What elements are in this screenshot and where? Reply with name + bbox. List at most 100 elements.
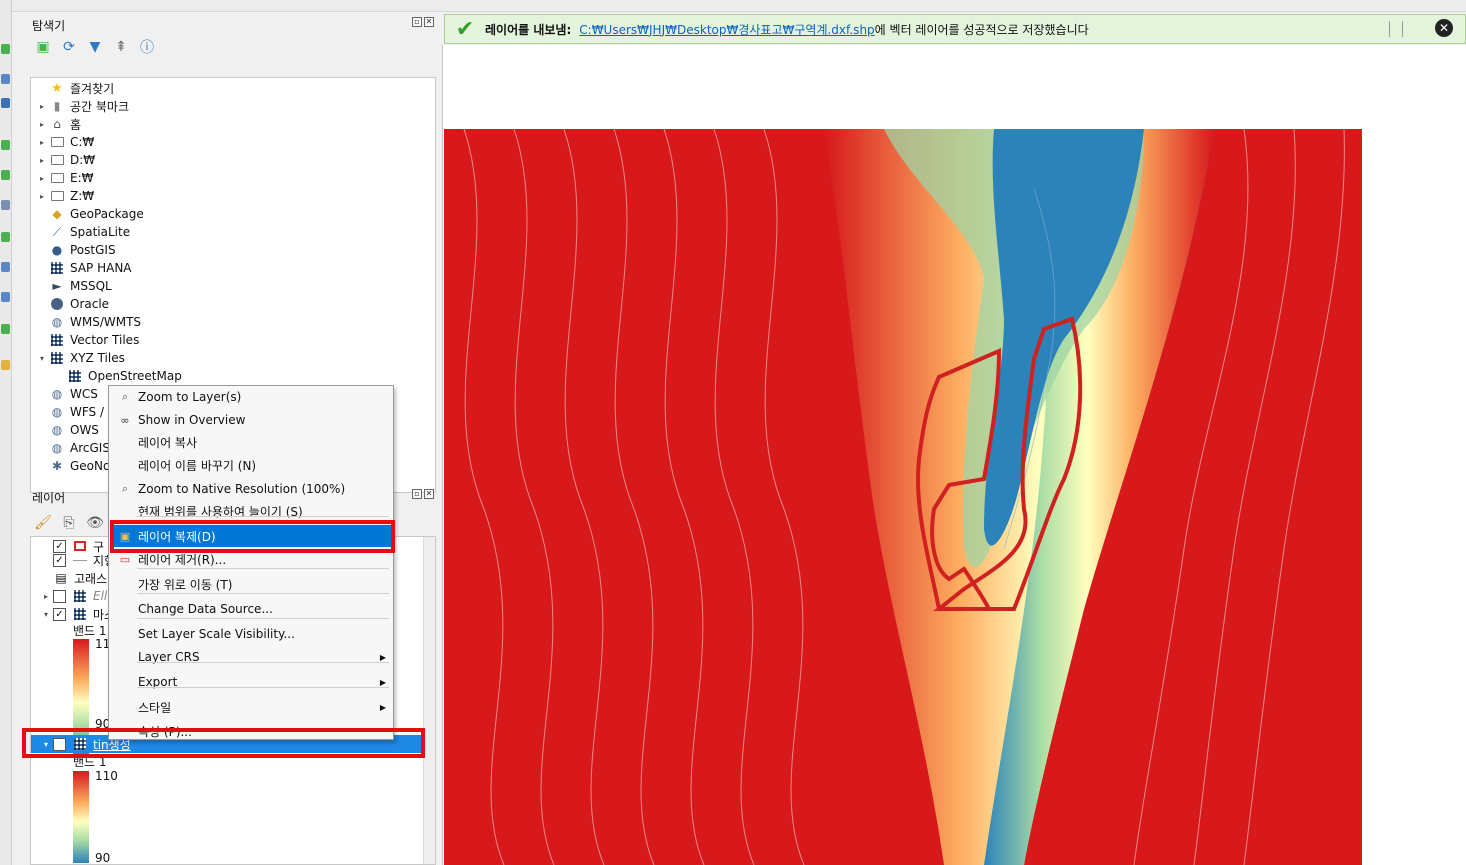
menu-item[interactable]: 레이어 이름 바꾸기 (N): [110, 454, 392, 476]
message-path-link[interactable]: C:₩Users₩JHJ₩Desktop₩경사표고₩구역계.dxf.shp: [579, 23, 874, 37]
geopackage-icon: ◆: [52, 207, 62, 221]
add-selected-icon[interactable]: ▣: [34, 38, 52, 56]
add-layer-icon[interactable]: [1, 140, 10, 150]
message-minimize-icon[interactable]: [1389, 21, 1403, 37]
browser-item[interactable]: ⟋ SpatiaLite: [35, 223, 130, 241]
add-layer-icon[interactable]: [1, 262, 10, 272]
menu-separator: [137, 568, 389, 569]
float-icon[interactable]: ▫: [412, 17, 422, 27]
expand-arrow-icon[interactable]: ▸: [35, 174, 49, 183]
browser-item[interactable]: ▾ XYZ Tiles: [35, 349, 125, 367]
add-layer-icon[interactable]: [1, 324, 10, 334]
refresh-icon[interactable]: ⟳: [60, 38, 78, 56]
browser-item[interactable]: ● PostGIS: [35, 241, 116, 259]
browser-item[interactable]: Vector Tiles: [35, 331, 139, 349]
layer-row[interactable]: ✓ 지형: [39, 551, 115, 569]
grid-icon: [49, 261, 65, 275]
browser-item-label: WMS/WMTS: [70, 315, 142, 329]
add-layer-icon[interactable]: [1, 170, 10, 180]
menu-item[interactable]: Change Data Source...: [110, 598, 392, 620]
menu-item[interactable]: 스타일 ▶: [110, 696, 392, 718]
menu-item[interactable]: 가장 위로 이동 (T): [110, 573, 392, 595]
browser-item[interactable]: ◆ GeoPackage: [35, 205, 143, 223]
folder-icon: [49, 153, 65, 167]
message-title: 레이어를 내보냄:: [485, 22, 572, 37]
expand-arrow-icon[interactable]: ▸: [35, 102, 49, 111]
add-layer-icon[interactable]: [1, 292, 10, 302]
menu-separator: [137, 593, 389, 594]
browser-item-label: C:₩: [70, 135, 95, 149]
menu-item[interactable]: Set Layer Scale Visibility...: [110, 623, 392, 645]
expand-arrow-icon[interactable]: ▸: [35, 156, 49, 165]
menu-item[interactable]: ⌕ Zoom to Native Resolution (100%): [110, 478, 392, 500]
expand-arrow-icon[interactable]: ▸: [35, 120, 49, 129]
browser-item[interactable]: ▸ ⌂ 홈: [35, 115, 81, 133]
elephant-icon: ●: [51, 243, 63, 257]
layers-panel-title: 레이어: [32, 491, 66, 505]
raster-layer-icon: [72, 589, 88, 603]
close-icon[interactable]: ✕: [424, 17, 434, 27]
browser-item-label: OWS: [70, 423, 99, 437]
zoom-native-icon: ⌕: [121, 482, 129, 495]
menu-item-label: Zoom to Native Resolution (100%): [138, 482, 346, 496]
close-icon[interactable]: ✕: [1435, 19, 1453, 37]
filter-icon[interactable]: ▼: [86, 38, 104, 56]
globe-icon: ◍: [51, 441, 63, 455]
browser-item-label: Vector Tiles: [70, 333, 140, 347]
info-icon[interactable]: ⓘ: [138, 38, 156, 56]
browser-item-label: PostGIS: [70, 243, 116, 257]
map-canvas[interactable]: [442, 45, 1466, 865]
browser-item[interactable]: ▸ D:₩: [35, 151, 95, 169]
browser-item[interactable]: ◍ WMS/WMTS: [35, 313, 141, 331]
layers-scrollbar[interactable]: [423, 537, 435, 864]
browser-item[interactable]: ▸ C:₩: [35, 133, 94, 151]
layer-checkbox[interactable]: ✓: [53, 607, 66, 621]
add-group-icon[interactable]: ⎘: [60, 514, 78, 532]
browser-item[interactable]: ◍ WFS / O: [35, 403, 118, 421]
browser-item[interactable]: Oracle: [35, 295, 109, 313]
browser-item[interactable]: ▸ E:₩: [35, 169, 94, 187]
add-layer-icon[interactable]: [1, 74, 10, 84]
close-icon[interactable]: ✕: [424, 489, 434, 499]
layer-checkbox[interactable]: [53, 589, 66, 603]
menu-item[interactable]: 레이어 복사: [110, 431, 392, 453]
browser-item[interactable]: ★ 즐겨찾기: [35, 79, 114, 97]
layer-row[interactable]: ▸ Ell: [39, 587, 107, 605]
collapse-all-icon[interactable]: ⇞: [112, 38, 130, 56]
browser-item[interactable]: ► MSSQL: [35, 277, 111, 295]
add-layer-icon[interactable]: [1, 44, 10, 54]
menu-item[interactable]: Export ▶: [110, 671, 392, 693]
browser-item[interactable]: ▸ ▮ 공간 북마크: [35, 97, 129, 115]
layer-row[interactable]: ▤ 고래스: [39, 569, 107, 587]
menu-separator: [137, 687, 389, 688]
menu-item-label: 레이어 이름 바꾸기 (N): [138, 458, 257, 473]
menu-separator: [137, 662, 389, 663]
menu-item[interactable]: Layer CRS ▶: [110, 646, 392, 668]
add-layer-icon[interactable]: [1, 98, 10, 108]
browser-item[interactable]: ▸ Z:₩: [35, 187, 94, 205]
browser-item[interactable]: SAP HANA: [35, 259, 132, 277]
browser-item[interactable]: ◍ ArcGIS: [35, 439, 110, 457]
expand-arrow-icon[interactable]: ▾: [35, 354, 49, 363]
visibility-eye-icon[interactable]: 👁: [86, 514, 104, 532]
browser-item[interactable]: OpenStreetMap: [53, 367, 182, 385]
browser-item-label: Z:₩: [70, 189, 95, 203]
expand-arrow-icon[interactable]: ▸: [35, 192, 49, 201]
menu-item[interactable]: 현재 범위를 사용하여 늘이기 (S): [110, 500, 392, 522]
star-icon: ★: [51, 80, 63, 96]
layer-checkbox[interactable]: ✓: [53, 553, 66, 567]
style-brush-icon[interactable]: 🖌: [34, 514, 52, 532]
browser-item[interactable]: ◍ OWS: [35, 421, 99, 439]
browser-item[interactable]: ✱ GeoNo: [35, 457, 110, 475]
left-toolbar: [0, 0, 12, 865]
menu-item[interactable]: ∞ Show in Overview: [110, 409, 392, 431]
add-layer-icon[interactable]: [1, 360, 10, 370]
menu-item[interactable]: ⌕ Zoom to Layer(s): [110, 386, 392, 408]
browser-item-label: OpenStreetMap: [88, 369, 182, 383]
expand-arrow-icon[interactable]: ▸: [35, 138, 49, 147]
menu-item-label: Set Layer Scale Visibility...: [138, 627, 295, 641]
add-layer-icon[interactable]: [1, 200, 10, 210]
float-icon[interactable]: ▫: [412, 489, 422, 499]
browser-item[interactable]: ◍ WCS: [35, 385, 98, 403]
add-layer-icon[interactable]: [1, 232, 10, 242]
